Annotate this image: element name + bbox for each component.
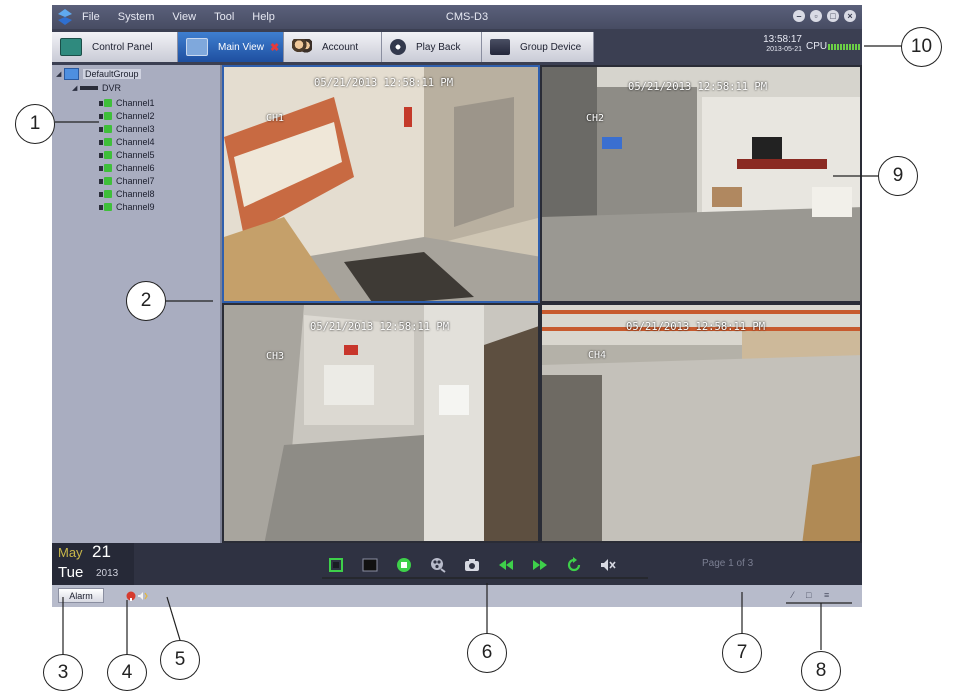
callout-2: 2 — [126, 281, 166, 321]
callout-10: 10 — [901, 27, 942, 67]
callout-lines — [55, 45, 903, 660]
callout-1: 1 — [15, 104, 55, 144]
callout-7: 7 — [722, 633, 762, 673]
callout-5: 5 — [160, 640, 200, 680]
callout-3: 3 — [43, 654, 83, 691]
callout-6: 6 — [467, 633, 507, 673]
callout-8: 8 — [801, 651, 841, 691]
callout-9: 9 — [878, 156, 918, 196]
callout-4: 4 — [107, 654, 147, 691]
